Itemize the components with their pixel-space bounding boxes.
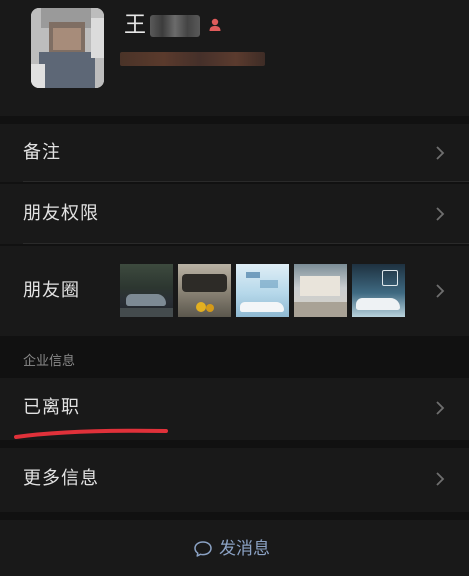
remark-row[interactable]: 备注 [0, 124, 469, 182]
profile-header: 王 [0, 0, 469, 116]
avatar[interactable] [31, 8, 104, 88]
chevron-right-icon [436, 284, 445, 298]
moments-row[interactable]: 朋友圈 [0, 246, 469, 336]
send-message-button[interactable]: 发消息 [193, 538, 270, 560]
moment-thumbnail [294, 264, 347, 317]
moment-thumbnail [178, 264, 231, 317]
contact-name: 王 [124, 13, 147, 38]
chat-bubble-icon [194, 541, 212, 557]
more-info-label: 更多信息 [23, 468, 99, 489]
chevron-right-icon [436, 401, 445, 415]
enterprise-info-section: 企业信息 [0, 336, 469, 376]
resigned-label: 已离职 [23, 397, 80, 418]
section-title: 企业信息 [23, 354, 76, 369]
remark-label: 备注 [23, 142, 61, 163]
moments-label: 朋友圈 [23, 280, 80, 301]
friend-permissions-label: 朋友权限 [23, 203, 99, 224]
divider [23, 181, 469, 182]
chevron-right-icon [436, 146, 445, 160]
more-info-row[interactable]: 更多信息 [0, 448, 469, 512]
send-message-label: 发消息 [219, 539, 270, 559]
action-bar: 发消息 [0, 520, 469, 576]
moment-thumbnail [120, 264, 173, 317]
moment-thumbnail [236, 264, 289, 317]
chevron-right-icon [436, 207, 445, 221]
name-row: 王 [124, 12, 201, 40]
annotation-underline [14, 428, 168, 439]
divider [23, 243, 469, 244]
person-icon [209, 18, 221, 31]
moment-thumbnail [352, 264, 405, 317]
friend-permissions-row[interactable]: 朋友权限 [0, 184, 469, 244]
subtitle-redaction [120, 52, 265, 66]
chevron-right-icon [436, 472, 445, 486]
moments-thumbnails [120, 264, 405, 317]
name-redaction [150, 15, 201, 37]
